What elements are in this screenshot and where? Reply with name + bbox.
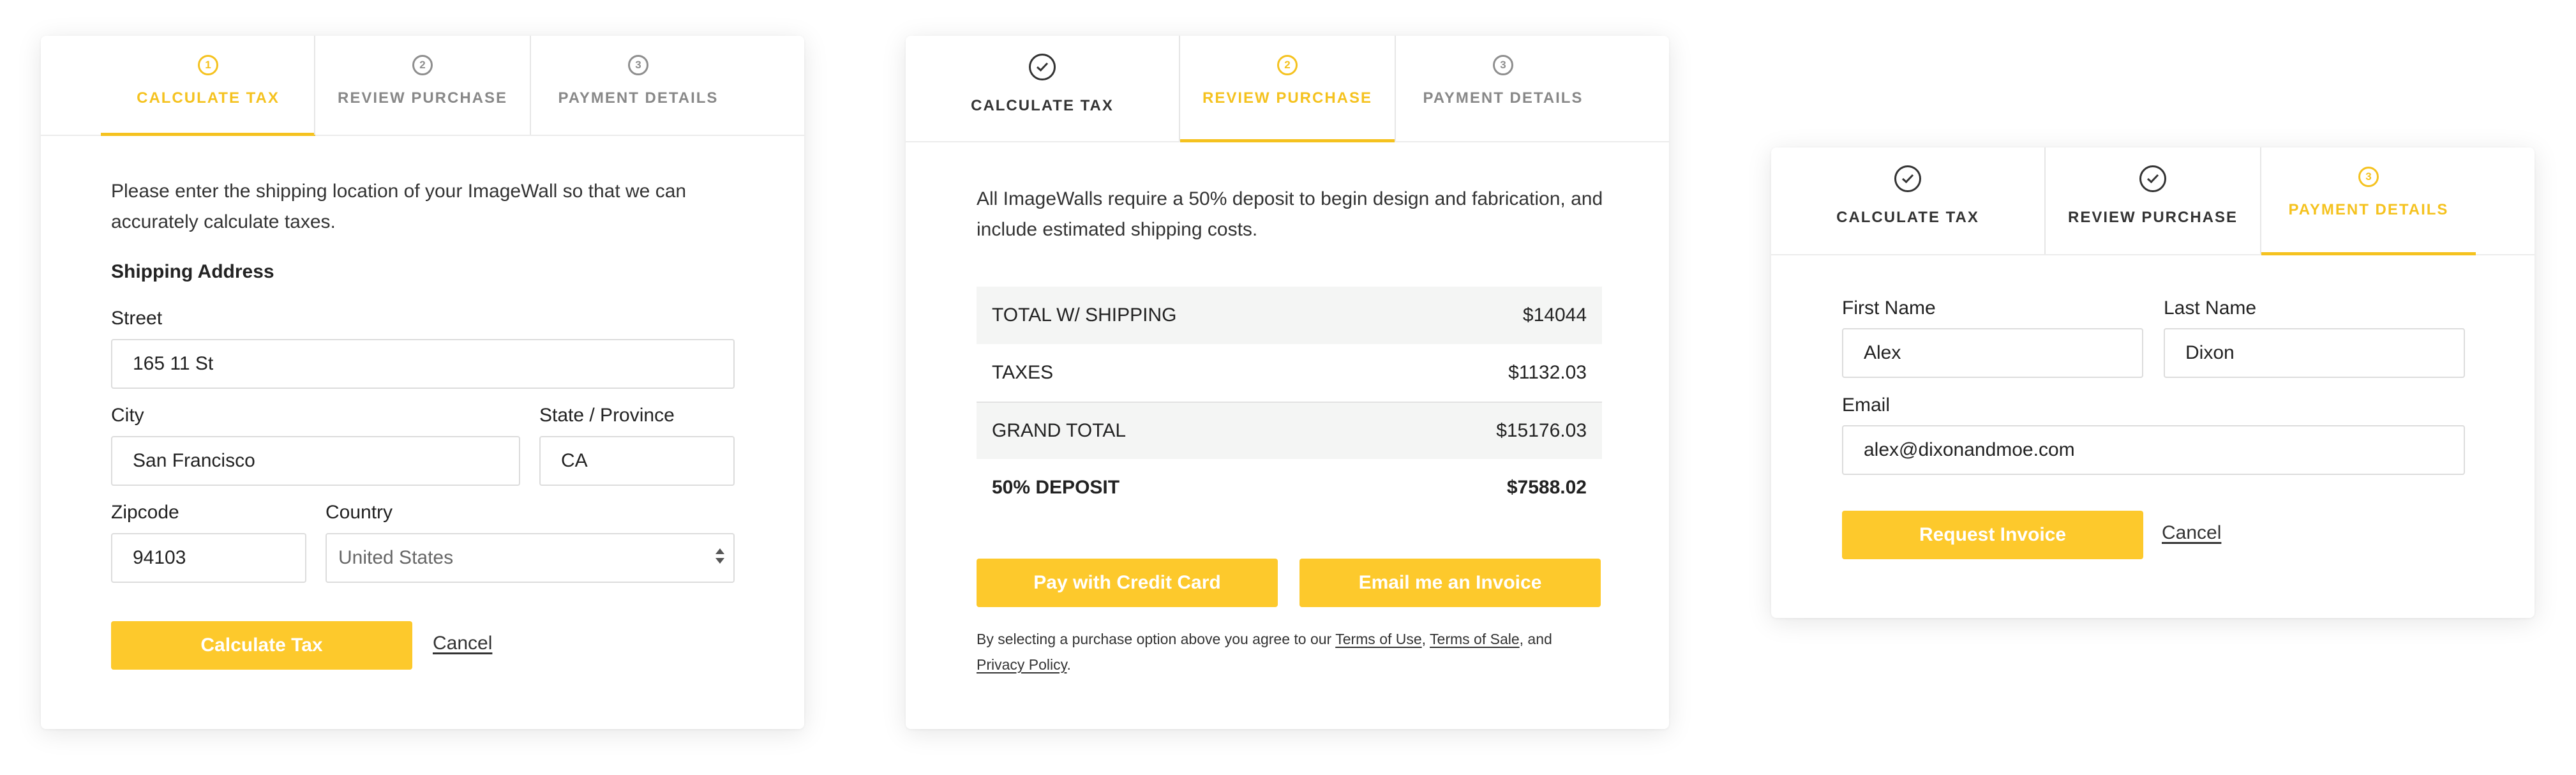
tab-review-purchase[interactable]: 2 REVIEW PURCHASE [1180, 36, 1395, 142]
email-invoice-button[interactable]: Email me an Invoice [1299, 559, 1601, 607]
intro-text: Please enter the shipping location of yo… [111, 181, 687, 232]
summary-row-grand-total: GRAND TOTAL $15176.03 [977, 402, 1602, 459]
summary-row-taxes: TAXES $1132.03 [977, 344, 1602, 402]
agreement-prefix: By selecting a purchase option above you… [977, 631, 1336, 647]
step-2-icon: 2 [412, 55, 433, 75]
active-tab-indicator [101, 133, 315, 136]
street-label: Street [111, 308, 163, 329]
payment-details-panel: CALCULATE TAX REVIEW PURCHASE 3 PAYMENT … [1771, 147, 2535, 618]
row-label: TAXES [992, 362, 1054, 383]
step-tabs: CALCULATE TAX 2 REVIEW PURCHASE 3 PAYMEN… [906, 36, 1669, 142]
zipcode-label: Zipcode [111, 502, 179, 523]
row-label: TOTAL W/ SHIPPING [992, 305, 1177, 326]
row-value: $14044 [1522, 305, 1587, 326]
tab-label: CALCULATE TAX [971, 97, 1114, 114]
step-tabs: 1 CALCULATE TAX 2 REVIEW PURCHASE 3 PAYM… [41, 36, 804, 136]
step-3-icon: 3 [1493, 55, 1513, 75]
step-1-icon: 1 [198, 55, 218, 75]
tab-payment-details[interactable]: 3 PAYMENT DETAILS [531, 36, 745, 135]
email-input[interactable]: alex@dixonandmoe.com [1842, 425, 2465, 475]
privacy-policy-link[interactable]: Privacy Policy [977, 656, 1067, 673]
separator: , and [1519, 631, 1552, 647]
tab-label: PAYMENT DETAILS [558, 89, 719, 107]
step-2-icon: 2 [1277, 55, 1298, 75]
cancel-link[interactable]: Cancel [433, 633, 492, 654]
tab-payment-details[interactable]: 3 PAYMENT DETAILS [2261, 147, 2476, 255]
tab-label: CALCULATE TAX [137, 89, 280, 107]
period: . [1067, 656, 1071, 673]
request-invoice-button[interactable]: Request Invoice [1842, 511, 2143, 559]
agreement-text: By selecting a purchase option above you… [977, 626, 1615, 677]
checkmark-circle-icon [1894, 165, 1921, 192]
tab-review-purchase[interactable]: 2 REVIEW PURCHASE [315, 36, 530, 135]
step-3-icon: 3 [628, 55, 648, 75]
active-tab-indicator [2261, 252, 2476, 255]
tab-label: REVIEW PURCHASE [1202, 89, 1373, 107]
tab-label: PAYMENT DETAILS [2288, 201, 2449, 218]
section-title: Shipping Address [111, 261, 274, 282]
separator: , [1421, 631, 1430, 647]
row-label: 50% DEPOSIT [992, 477, 1120, 498]
first-name-input[interactable]: Alex [1842, 328, 2143, 378]
terms-of-sale-link[interactable]: Terms of Sale [1430, 631, 1520, 647]
tab-label: CALCULATE TAX [1836, 209, 1979, 226]
review-purchase-panel: CALCULATE TAX 2 REVIEW PURCHASE 3 PAYMEN… [906, 36, 1669, 729]
step-3-icon: 3 [2358, 167, 2379, 187]
city-label: City [111, 405, 144, 426]
country-value: United States [338, 547, 454, 568]
pay-credit-card-button[interactable]: Pay with Credit Card [977, 559, 1278, 607]
tab-label: REVIEW PURCHASE [337, 89, 508, 107]
state-label: State / Province [539, 405, 675, 426]
summary-row-total-shipping: TOTAL W/ SHIPPING $14044 [977, 287, 1602, 344]
summary-row-deposit: 50% DEPOSIT $7588.02 [977, 459, 1602, 516]
tab-label: PAYMENT DETAILS [1423, 89, 1584, 107]
tab-calculate-tax[interactable]: CALCULATE TAX [906, 36, 1179, 141]
terms-of-use-link[interactable]: Terms of Use [1335, 631, 1421, 647]
last-name-label: Last Name [2164, 297, 2257, 319]
street-input[interactable]: 165 11 St [111, 339, 735, 389]
last-name-input[interactable]: Dixon [2164, 328, 2465, 378]
email-label: Email [1842, 395, 1891, 416]
row-value: $1132.03 [1508, 362, 1587, 383]
checkmark-circle-icon [1029, 54, 1056, 80]
tab-payment-details[interactable]: 3 PAYMENT DETAILS [1396, 36, 1610, 141]
row-label: GRAND TOTAL [992, 420, 1127, 441]
intro-text: All ImageWalls require a 50% deposit to … [977, 188, 1603, 240]
country-select[interactable]: United States [326, 533, 735, 583]
tab-label: REVIEW PURCHASE [2067, 209, 2238, 226]
tab-calculate-tax[interactable]: 1 CALCULATE TAX [101, 36, 315, 136]
step-tabs: CALCULATE TAX REVIEW PURCHASE 3 PAYMENT … [1771, 147, 2535, 255]
country-label: Country [326, 502, 393, 523]
zipcode-input[interactable]: 94103 [111, 533, 306, 583]
state-input[interactable]: CA [539, 436, 735, 486]
calculate-tax-button[interactable]: Calculate Tax [111, 621, 412, 670]
calculate-tax-panel: 1 CALCULATE TAX 2 REVIEW PURCHASE 3 PAYM… [41, 36, 804, 729]
active-tab-indicator [1180, 139, 1395, 142]
tab-calculate-tax[interactable]: CALCULATE TAX [1771, 147, 2044, 254]
city-input[interactable]: San Francisco [111, 436, 520, 486]
cancel-link[interactable]: Cancel [2162, 522, 2221, 544]
row-value: $7588.02 [1506, 477, 1587, 498]
checkmark-circle-icon [2139, 165, 2166, 192]
select-arrows-icon [715, 548, 724, 564]
first-name-label: First Name [1842, 297, 1936, 319]
tab-review-purchase[interactable]: REVIEW PURCHASE [2046, 147, 2260, 254]
row-value: $15176.03 [1496, 420, 1587, 441]
